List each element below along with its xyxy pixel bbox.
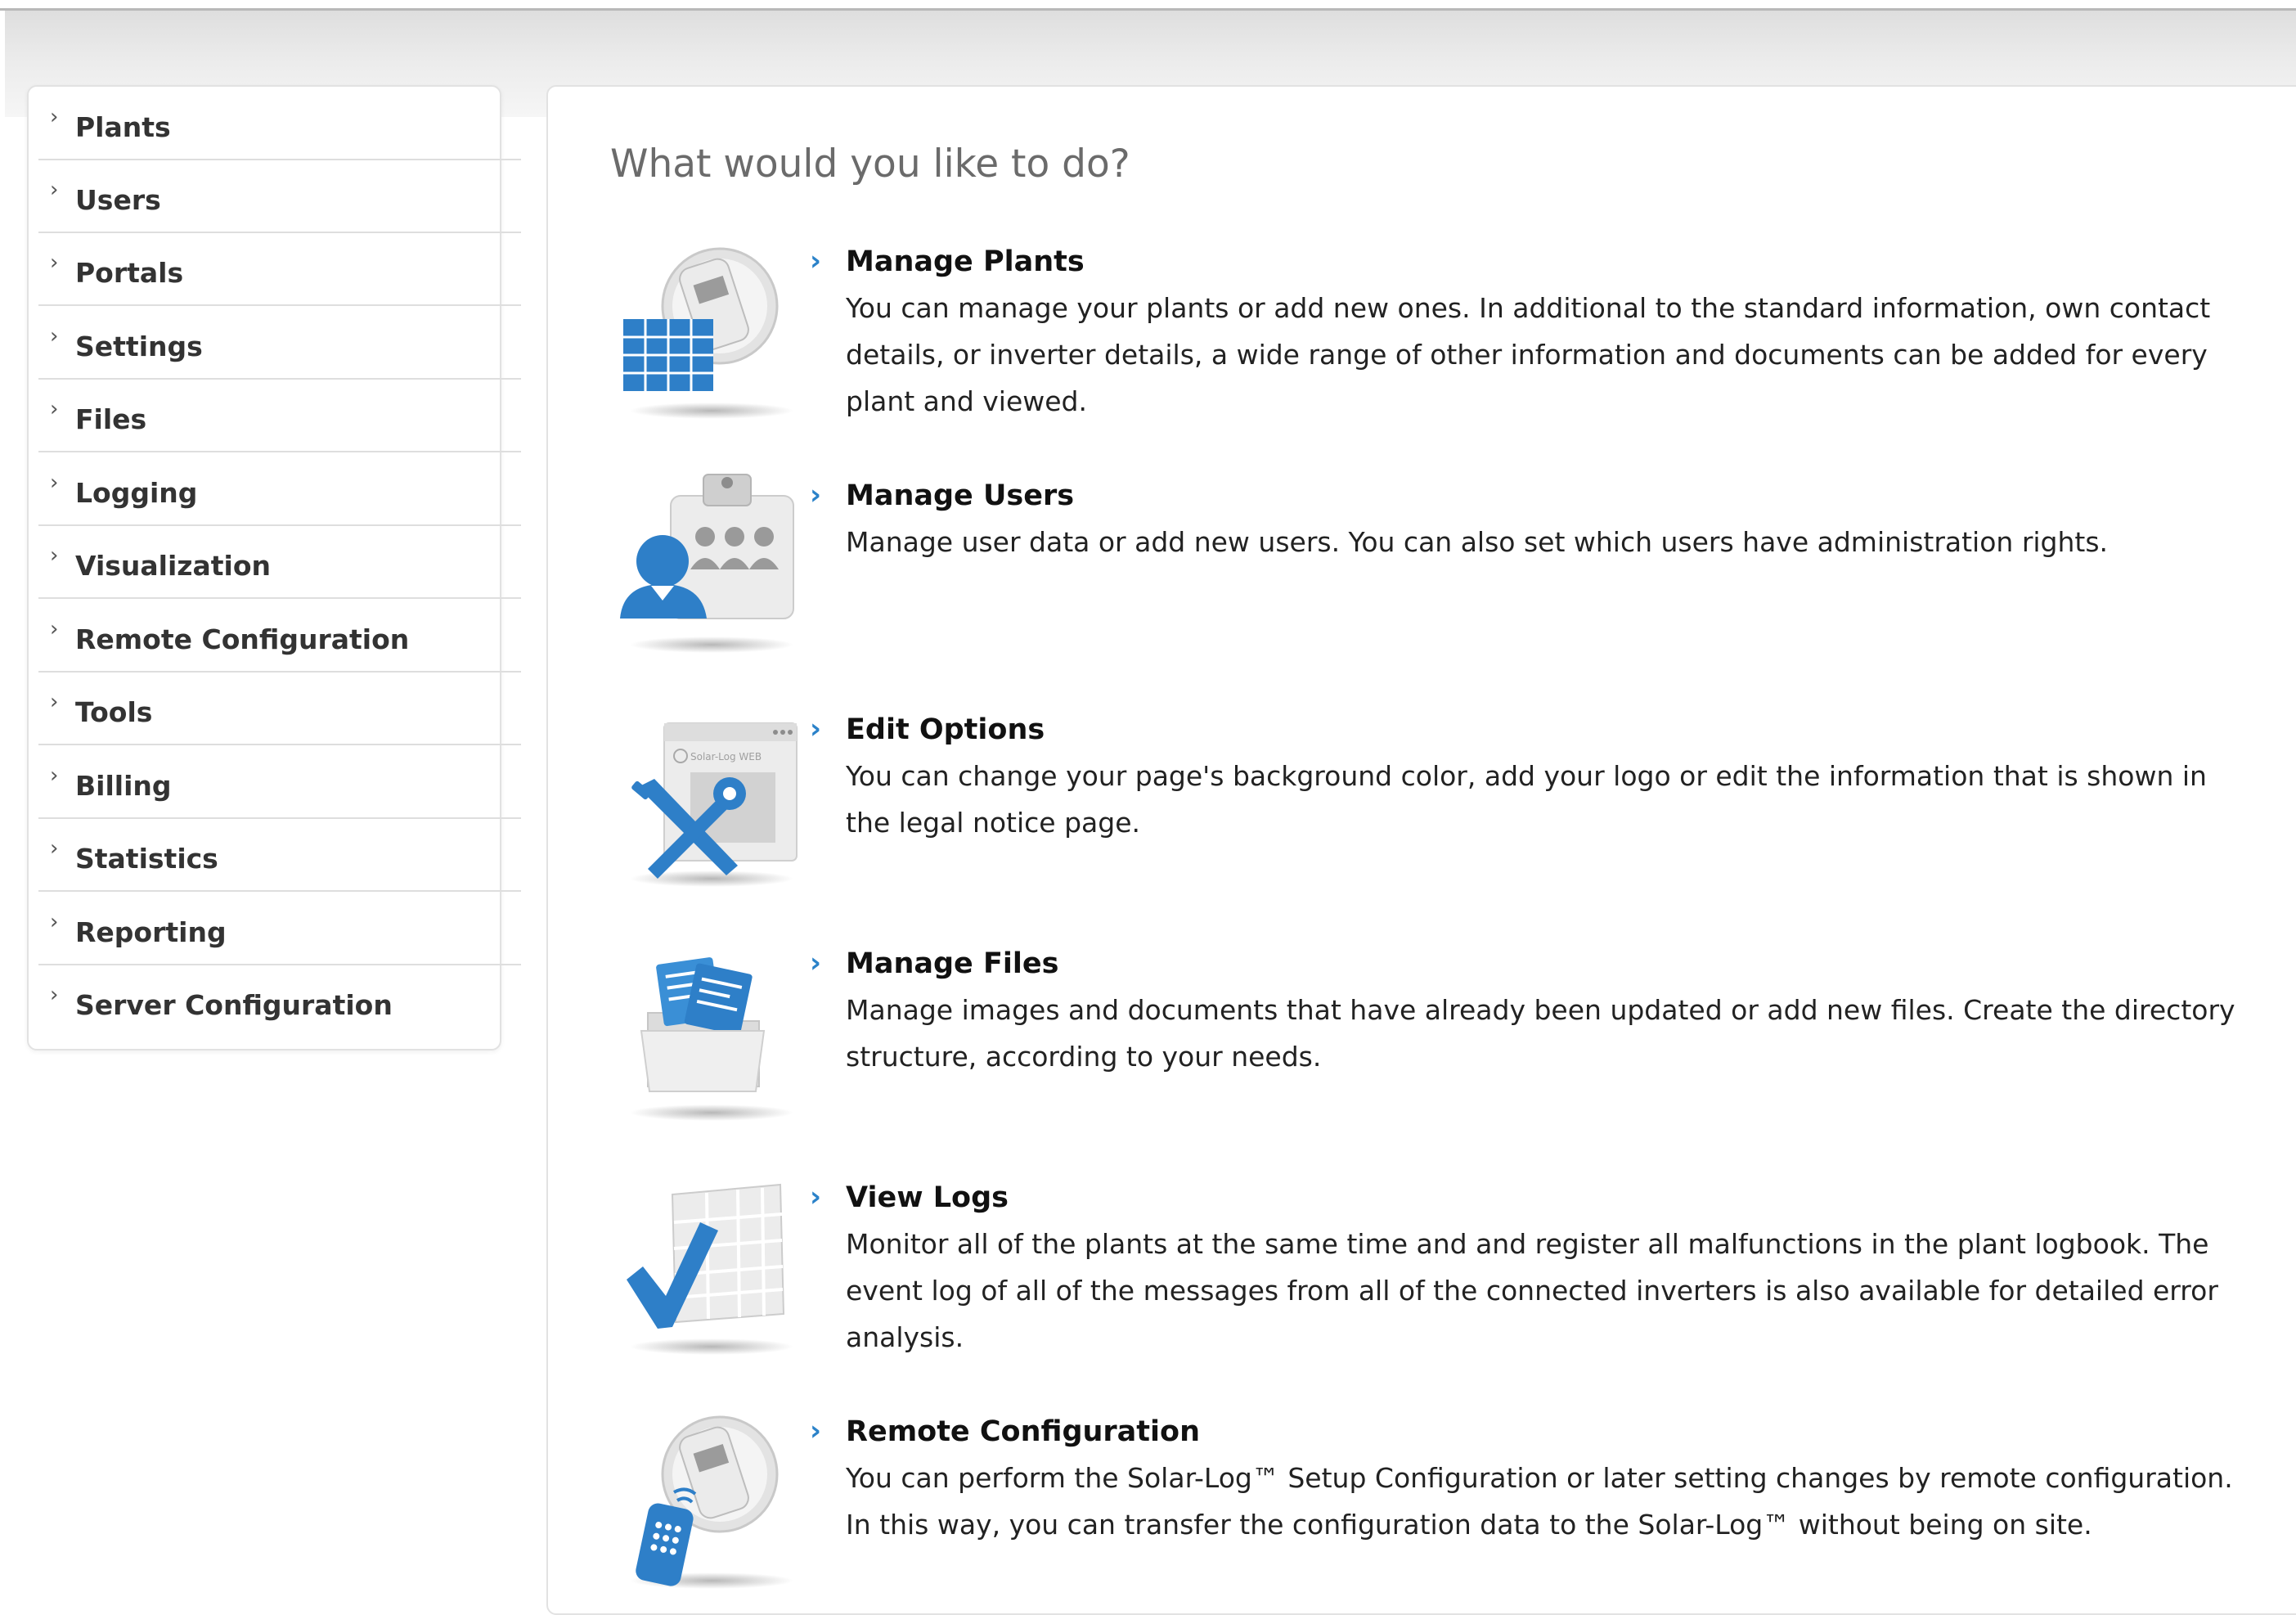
view-logs-link[interactable]: View Logs xyxy=(846,1181,1009,1214)
chevron-right-icon: › xyxy=(50,617,59,641)
sidebar-item-label: Remote Configuration xyxy=(75,623,410,655)
sidebar-item-label: Tools xyxy=(75,696,153,728)
sidebar-item-label: Server Configuration xyxy=(75,989,393,1021)
sidebar-item-label: Settings xyxy=(75,331,203,362)
manage-plants-description: You can manage your plants or add new on… xyxy=(846,292,2211,417)
sidebar-item-files[interactable]: › Files xyxy=(38,380,521,452)
sidebar-item-label: Users xyxy=(75,184,161,216)
sidebar-item-tools[interactable]: › Tools xyxy=(38,673,521,745)
manage-users-link[interactable]: Manage Users xyxy=(846,479,1074,512)
sidebar-item-logging[interactable]: › Logging xyxy=(38,454,521,526)
sidebar-item-plants[interactable]: › Plants xyxy=(38,88,521,160)
chevron-right-icon: › xyxy=(810,713,822,745)
sidebar-item-visualization[interactable]: › Visualization xyxy=(38,527,521,599)
users-icon[interactable] xyxy=(615,471,808,664)
chevron-right-icon: › xyxy=(50,105,59,129)
edit-options-link[interactable]: Edit Options xyxy=(846,713,1045,746)
sidebar-item-settings[interactable]: › Settings xyxy=(38,308,521,380)
manage-files-link[interactable]: Manage Files xyxy=(846,947,1058,980)
options-browser-text: Solar-Log WEB xyxy=(690,751,762,763)
chevron-right-icon: › xyxy=(50,470,59,495)
chevron-right-icon: › xyxy=(50,836,59,861)
sidebar-item-label: Files xyxy=(75,403,147,435)
sidebar-item-label: Billing xyxy=(75,770,172,802)
sidebar-item-label: Plants xyxy=(75,111,171,143)
plant-inverter-icon[interactable] xyxy=(615,237,808,430)
view-logs-description: Monitor all of the plants at the same ti… xyxy=(846,1228,2218,1353)
sidebar-item-label: Reporting xyxy=(75,916,227,948)
edit-options-description: You can change your page's background co… xyxy=(846,760,2207,839)
chevron-right-icon: › xyxy=(50,324,59,349)
folder-documents-icon[interactable] xyxy=(615,939,808,1132)
chevron-right-icon: › xyxy=(50,690,59,714)
chevron-right-icon: › xyxy=(50,543,59,568)
remote-control-icon[interactable] xyxy=(615,1407,808,1600)
sidebar-item-statistics[interactable]: › Statistics xyxy=(38,820,521,892)
chevron-right-icon: › xyxy=(810,245,822,277)
chevron-right-icon: › xyxy=(810,1415,822,1447)
sidebar-item-server-configuration[interactable]: › Server Configuration xyxy=(38,966,521,1038)
chevron-right-icon: › xyxy=(50,763,59,788)
page-title: What would you like to do? xyxy=(610,142,1130,187)
sidebar-item-remote-configuration[interactable]: › Remote Configuration xyxy=(38,601,521,673)
chevron-right-icon: › xyxy=(810,479,822,511)
chevron-right-icon: › xyxy=(50,397,59,421)
manage-files-description: Manage images and documents that have al… xyxy=(846,994,2235,1073)
remote-configuration-link[interactable]: Remote Configuration xyxy=(846,1415,1200,1448)
chevron-right-icon: › xyxy=(810,947,822,979)
sidebar-item-billing[interactable]: › Billing xyxy=(38,747,521,819)
sidebar-item-label: Visualization xyxy=(75,550,272,582)
sidebar-item-label: Portals xyxy=(75,257,184,289)
sidebar-item-users[interactable]: › Users xyxy=(38,161,521,233)
tools-icon[interactable]: Solar-Log WEB xyxy=(615,705,808,898)
chevron-right-icon: › xyxy=(50,910,59,934)
top-border xyxy=(0,0,2296,11)
sidebar-item-label: Logging xyxy=(75,477,198,509)
remote-configuration-description: You can perform the Solar-Log™ Setup Con… xyxy=(846,1462,2233,1541)
sidebar-item-reporting[interactable]: › Reporting xyxy=(38,893,521,965)
manage-users-description: Manage user data or add new users. You c… xyxy=(846,526,2109,558)
sidebar-nav: › Plants › Users › Portals › Settings › Files… xyxy=(27,85,521,1050)
chevron-right-icon: › xyxy=(810,1181,822,1213)
chevron-right-icon: › xyxy=(50,178,59,202)
chevron-right-icon: › xyxy=(50,983,59,1007)
sidebar-item-portals[interactable]: › Portals xyxy=(38,234,521,306)
manage-plants-link[interactable]: Manage Plants xyxy=(846,245,1085,278)
chevron-right-icon: › xyxy=(50,250,59,275)
sidebar-item-label: Statistics xyxy=(75,843,218,875)
checkmark-log-icon[interactable] xyxy=(615,1173,808,1366)
